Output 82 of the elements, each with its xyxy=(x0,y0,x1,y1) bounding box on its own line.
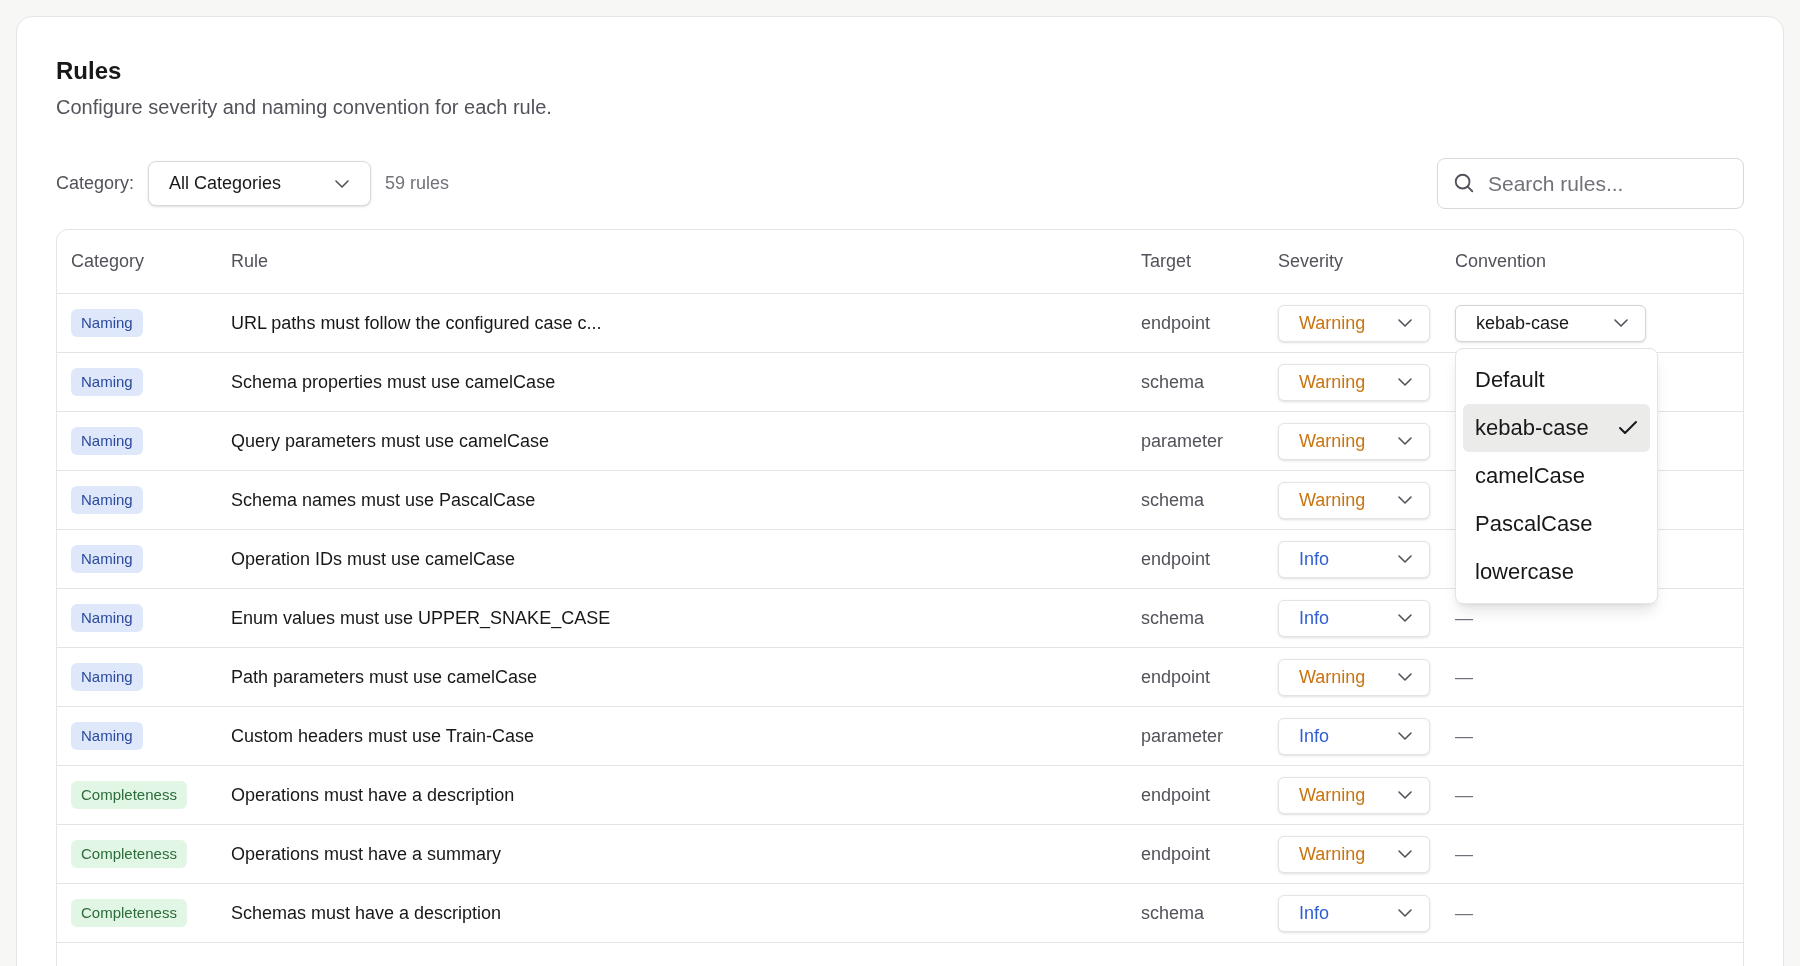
category-tag: Naming xyxy=(71,308,143,338)
convention-value: — xyxy=(1455,784,1473,805)
page-title: Rules xyxy=(56,56,123,86)
target-cell-text: endpoint xyxy=(1141,547,1212,571)
category-tag: Completeness xyxy=(71,898,187,928)
target-cell-text: endpoint xyxy=(1141,842,1212,866)
severity-select[interactable]: Warning xyxy=(1278,422,1430,460)
page-subtitle: Configure severity and naming convention for each rule. xyxy=(56,95,553,120)
convention-option[interactable]: camelCase xyxy=(1463,451,1650,500)
chevron-down-icon xyxy=(1397,377,1413,387)
severity-select[interactable]: Info xyxy=(1278,599,1430,637)
convention-value: — xyxy=(1455,666,1473,687)
chevron-down-icon xyxy=(1397,790,1413,800)
category-label: Category: xyxy=(56,172,135,195)
rule-name: Operation IDs must use camelCase xyxy=(231,547,517,571)
chevron-down-icon xyxy=(1397,908,1413,918)
convention-value: — xyxy=(1455,902,1473,923)
category-tag: Completeness xyxy=(71,839,187,869)
target-cell-text: schema xyxy=(1141,901,1206,925)
severity-select[interactable]: Info xyxy=(1278,540,1430,578)
chevron-down-icon xyxy=(1397,495,1413,505)
severity-select[interactable]: Warning xyxy=(1278,481,1430,519)
category-tag: Naming xyxy=(71,485,143,515)
chevron-down-icon xyxy=(1397,849,1413,859)
target-cell-text: parameter xyxy=(1141,429,1225,453)
convention-value: — xyxy=(1455,607,1473,628)
category-tag: Naming xyxy=(71,544,143,574)
category-select[interactable]: All Categories xyxy=(148,161,372,206)
rule-name: URL paths must follow the configured case c... xyxy=(231,311,603,335)
severity-select[interactable]: Warning xyxy=(1278,658,1430,696)
category-tag: Naming xyxy=(71,662,143,692)
category-tag: Naming xyxy=(71,721,143,751)
convention-option[interactable]: lowercase xyxy=(1463,547,1650,596)
convention-option[interactable]: PascalCase xyxy=(1463,499,1650,548)
severity-select[interactable]: Warning xyxy=(1278,835,1430,873)
rule-name: Query parameters must use camelCase xyxy=(231,429,551,453)
search-icon xyxy=(1453,172,1475,194)
rule-name: Schema names must use PascalCase xyxy=(231,488,537,512)
column-header: Category xyxy=(71,250,146,273)
rule-name: Operations must have a summary xyxy=(231,842,503,866)
target-cell-text: endpoint xyxy=(1141,311,1212,335)
column-header: Rule xyxy=(231,250,270,273)
rule-name: Custom headers must use Train-Case xyxy=(231,724,536,748)
convention-option[interactable]: Default xyxy=(1463,355,1650,404)
chevron-down-icon xyxy=(1397,436,1413,446)
severity-select[interactable]: Warning xyxy=(1278,776,1430,814)
category-tag: Completeness xyxy=(71,780,187,810)
severity-select[interactable]: Info xyxy=(1278,717,1430,755)
convention-select[interactable]: kebab-case xyxy=(1455,304,1646,342)
checkmark-icon xyxy=(1618,419,1638,436)
rule-name: Operations must have a description xyxy=(231,783,516,807)
target-cell-text: schema xyxy=(1141,370,1206,394)
rule-name: Schema properties must use camelCase xyxy=(231,370,557,394)
target-cell-text: schema xyxy=(1141,488,1206,512)
severity-select[interactable]: Info xyxy=(1278,894,1430,932)
target-cell-text: parameter xyxy=(1141,724,1225,748)
rule-name: Enum values must use UPPER_SNAKE_CASE xyxy=(231,606,612,631)
column-header: Severity xyxy=(1278,250,1345,273)
column-header: Target xyxy=(1141,250,1193,273)
category-tag: Naming xyxy=(71,426,143,456)
convention-value: — xyxy=(1455,725,1473,746)
severity-select[interactable]: Warning xyxy=(1278,363,1430,401)
column-header: Convention xyxy=(1455,250,1548,273)
target-cell-text: endpoint xyxy=(1141,665,1212,689)
target-cell-text: endpoint xyxy=(1141,783,1212,807)
chevron-down-icon xyxy=(1397,731,1413,741)
convention-value: — xyxy=(1455,843,1473,864)
severity-select[interactable]: Warning xyxy=(1278,304,1430,342)
rule-name: Schemas must have a description xyxy=(231,901,503,925)
chevron-down-icon xyxy=(1397,318,1413,328)
chevron-down-icon xyxy=(334,178,351,189)
chevron-down-icon xyxy=(1397,554,1413,564)
target-cell-text: schema xyxy=(1141,606,1206,630)
chevron-down-icon xyxy=(1397,613,1413,623)
convention-option[interactable]: kebab-case xyxy=(1463,403,1650,452)
rule-name: Path parameters must use camelCase xyxy=(231,665,539,689)
category-tag: Naming xyxy=(71,603,143,633)
rules-count: 59 rules xyxy=(385,172,450,195)
chevron-down-icon xyxy=(1397,672,1413,682)
chevron-down-icon xyxy=(1613,318,1629,328)
search-field[interactable]: Search rules... xyxy=(1437,158,1744,209)
category-tag: Naming xyxy=(71,367,143,397)
